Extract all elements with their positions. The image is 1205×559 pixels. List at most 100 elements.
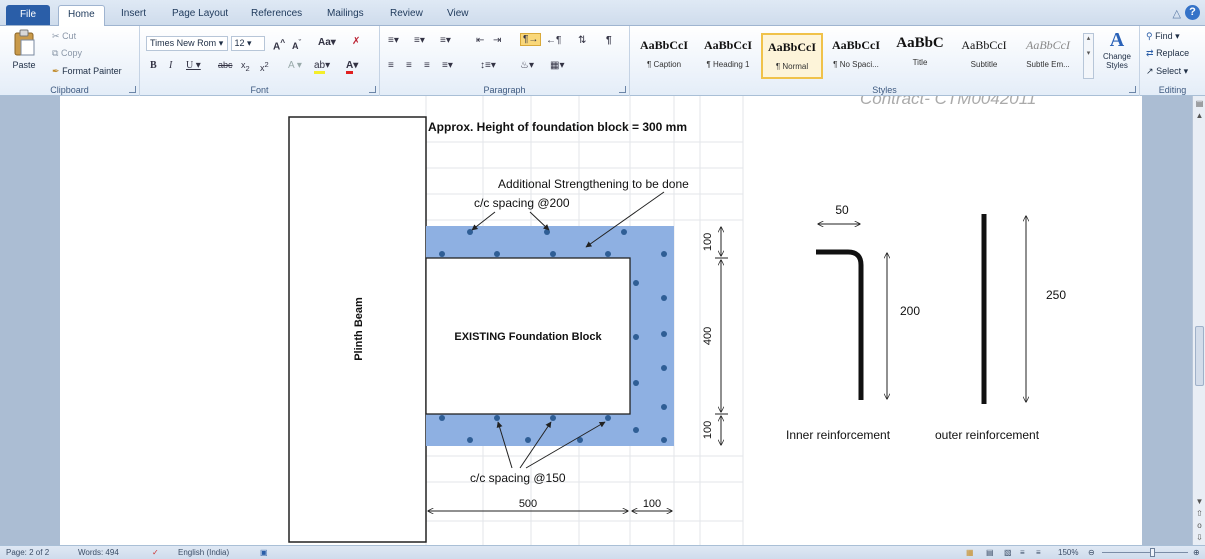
multilevel-list-button[interactable]: ≡▾ (440, 35, 451, 46)
format-painter-label: Format Painter (62, 66, 122, 76)
help-icon[interactable]: ? (1185, 5, 1200, 20)
decrease-indent-button[interactable]: ⇤ (476, 35, 484, 46)
rebar-dot (661, 365, 667, 371)
ltr-button[interactable]: ¶→ (520, 33, 542, 46)
full-screen-reading-icon[interactable]: ▤ (986, 548, 994, 557)
language-indicator[interactable]: English (India) (178, 548, 229, 557)
borders-button[interactable]: ▦▾ (550, 60, 564, 71)
font-family-select[interactable]: Times New Rom ▾ (146, 36, 228, 51)
line-spacing-button[interactable]: ↕≡▾ (480, 60, 496, 71)
bold-button[interactable]: B (150, 60, 157, 71)
replace-button[interactable]: ⇄ Replace (1146, 48, 1189, 59)
vertical-dimensions (715, 227, 728, 445)
style-title[interactable]: AaBbC Title (889, 33, 951, 79)
tab-insert[interactable]: Insert (121, 8, 146, 19)
outer-reinforcement-label: outer reinforcement (935, 428, 1040, 442)
highlight-button[interactable]: ab▾ (314, 60, 330, 74)
outline-icon[interactable]: ≡ (1020, 548, 1025, 557)
tab-review[interactable]: Review (390, 8, 423, 19)
style-heading-1[interactable]: AaBbCcI ¶ Heading 1 (697, 33, 759, 79)
style-no-spacing[interactable]: AaBbCcI ¶ No Spaci... (825, 33, 887, 79)
zoom-out-icon[interactable]: ⊖ (1088, 548, 1095, 557)
paste-button[interactable]: Paste (8, 29, 40, 79)
align-right-button[interactable]: ≡ (424, 60, 430, 71)
tab-view[interactable]: View (447, 8, 469, 19)
font-color-button[interactable]: A▾ (346, 60, 358, 74)
rebar-dot (439, 415, 445, 421)
brush-icon: ✒ (52, 66, 60, 76)
page-count[interactable]: Page: 2 of 2 (6, 548, 49, 557)
ribbon: Paste ✂ Cut ⧉ Copy ✒ Format Painter Clip… (0, 26, 1205, 96)
scroll-up-icon[interactable]: ▲ (1194, 110, 1205, 121)
italic-button[interactable]: I (169, 60, 172, 71)
rebar-dot (661, 331, 667, 337)
align-left-button[interactable]: ≡ (388, 60, 394, 71)
cut-button[interactable]: ✂ Cut (52, 31, 76, 42)
zoom-slider[interactable] (1102, 552, 1188, 553)
web-layout-icon[interactable]: ▧ (1004, 548, 1012, 557)
increase-indent-button[interactable]: ⇥ (493, 35, 501, 46)
format-painter-button[interactable]: ✒ Format Painter (52, 66, 122, 77)
font-dialog-launcher[interactable] (369, 86, 376, 93)
tab-file[interactable]: File (6, 5, 50, 25)
style-normal[interactable]: AaBbCcI ¶ Normal (761, 33, 823, 79)
paragraph-dialog-launcher[interactable] (619, 86, 626, 93)
font-size-select[interactable]: 12 ▾ (230, 36, 265, 51)
draft-icon[interactable]: ≡ (1036, 548, 1041, 557)
justify-button[interactable]: ≡▾ (442, 60, 453, 71)
select-button[interactable]: ↗ Select ▾ (1146, 66, 1188, 77)
print-layout-icon[interactable]: ▦ (966, 548, 974, 557)
tab-mailings[interactable]: Mailings (327, 8, 364, 19)
previous-page-icon[interactable]: ⇧ (1194, 508, 1205, 519)
numbering-button[interactable]: ≡▾ (414, 35, 425, 46)
superscript-button[interactable]: x2 (260, 60, 269, 73)
document-page[interactable]: Contract- CTM0042011 Plinth Beam EXISTIN… (60, 96, 1142, 545)
subscript-button[interactable]: x2 (241, 60, 250, 73)
paragraph-group: ≡▾ ≡▾ ≡▾ ⇤ ⇥ ¶→ ←¶ ⇅ ¶ ≡ ≡ ≡ ≡▾ ↕≡▾ ♨▾ ▦… (380, 26, 630, 96)
change-case-button[interactable]: Aa▾ (318, 37, 336, 48)
browse-object-icon[interactable]: o (1194, 520, 1205, 531)
tab-home[interactable]: Home (58, 5, 105, 27)
dim-bottom-label: 100 (702, 421, 714, 439)
scroll-down-icon[interactable]: ▼ (1194, 496, 1205, 507)
zoom-in-icon[interactable]: ⊕ (1193, 548, 1200, 557)
scroll-thumb[interactable] (1195, 326, 1204, 386)
rebar-dot (633, 427, 639, 433)
header-text: Contract- CTM0042011 (860, 96, 1036, 108)
rtl-button[interactable]: ←¶ (546, 35, 561, 46)
underline-button[interactable]: U ▾ (186, 60, 201, 71)
tab-page-layout[interactable]: Page Layout (172, 8, 228, 19)
text-effects-button[interactable]: A ▾ (288, 60, 302, 71)
vertical-scrollbar[interactable]: ▤ ▲ ▼ ⇧ o ⇩ (1192, 96, 1205, 545)
copy-button[interactable]: ⧉ Copy (52, 48, 82, 59)
style-caption[interactable]: AaBbCcI ¶ Caption (633, 33, 695, 79)
sort-button[interactable]: ⇅ (578, 35, 586, 46)
word-count[interactable]: Words: 494 (78, 548, 119, 557)
proofing-icon[interactable]: ✓ (152, 548, 159, 557)
styles-gallery-scroll[interactable]: ▴ ▾ (1083, 33, 1094, 79)
style-sample: AaBbCcI (961, 38, 1007, 52)
style-sample: AaBbCcI (767, 40, 816, 54)
show-marks-button[interactable]: ¶ (606, 35, 612, 46)
strikethrough-button[interactable]: abc (218, 60, 233, 70)
ruler-toggle-icon[interactable]: ▤ (1194, 98, 1205, 109)
styles-dialog-launcher[interactable] (1129, 86, 1136, 93)
style-subtitle[interactable]: AaBbCcI Subtitle (953, 33, 1015, 79)
change-styles-button[interactable]: A Change Styles (1097, 29, 1137, 70)
shrink-font-button[interactable]: Aˇ (292, 38, 301, 51)
align-center-button[interactable]: ≡ (406, 60, 412, 71)
shading-button[interactable]: ♨▾ (520, 60, 534, 71)
find-button[interactable]: ⚲ Find ▾ (1146, 31, 1180, 42)
zoom-level[interactable]: 150% (1058, 548, 1078, 557)
tab-references[interactable]: References (251, 8, 302, 19)
next-page-icon[interactable]: ⇩ (1194, 532, 1205, 543)
grow-font-button[interactable]: A^ (273, 37, 285, 52)
minimize-ribbon-icon[interactable]: △ (1173, 7, 1181, 20)
macro-record-icon[interactable]: ▣ (260, 548, 268, 557)
clipboard-dialog-launcher[interactable] (129, 86, 136, 93)
style-subtle-emphasis[interactable]: AaBbCcI Subtle Em... (1017, 33, 1079, 79)
bullets-button[interactable]: ≡▾ (388, 35, 399, 46)
clear-formatting-icon[interactable]: ✗ (352, 36, 360, 47)
cut-label: Cut (62, 31, 77, 41)
zoom-slider-thumb[interactable] (1150, 548, 1155, 557)
